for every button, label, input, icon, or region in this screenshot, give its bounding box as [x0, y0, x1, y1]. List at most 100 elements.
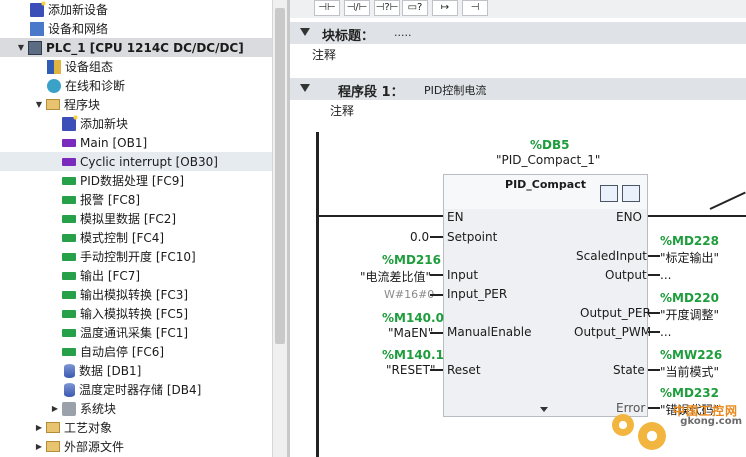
tree-item-program-blocks[interactable]: ▼ 程序块 — [0, 95, 272, 114]
input-address[interactable]: %MD216 — [382, 253, 441, 267]
db-block-icon — [64, 382, 75, 397]
no-contact-button[interactable]: ⊣⊢ — [314, 0, 340, 16]
project-tree: 添加新设备 设备和网络 ▼ PLC_1 [CPU 1214C DC/DC/DC]… — [0, 0, 272, 457]
coil-button[interactable]: ⊣?⊢ — [374, 0, 400, 16]
output-value[interactable]: ... — [660, 268, 671, 282]
tree-item-technology-objects[interactable]: ▶ 工艺对象 — [0, 418, 272, 437]
pin-scaled-input: ScaledInput — [576, 249, 647, 263]
fc-block-icon — [62, 309, 76, 318]
add-device-icon — [30, 0, 47, 17]
network-name[interactable]: PID控制电流 — [424, 82, 486, 98]
block-title-header[interactable]: 块标题： ..... — [290, 22, 746, 44]
eno-wire — [648, 215, 746, 217]
pin-eno: ENO — [616, 210, 643, 224]
tree-item-device-config[interactable]: 设备组态 — [0, 57, 272, 76]
tree-item-fc7[interactable]: 输出 [FC7] — [0, 266, 272, 285]
input-per-value[interactable]: W#16#0 — [384, 288, 434, 301]
close-branch-button[interactable]: ⊣ — [462, 0, 488, 16]
tree-item-fc1[interactable]: 温度通讯采集 [FC1] — [0, 323, 272, 342]
pin-output-per: Output_PER — [580, 306, 651, 320]
tree-item-online-diagnostics[interactable]: 在线和诊断 — [0, 76, 272, 95]
network-comment[interactable]: 注释 — [330, 102, 354, 119]
state-symbol[interactable]: "当前模式" — [660, 363, 719, 380]
reset-address[interactable]: %M140.1 — [382, 348, 444, 362]
manual-symbol[interactable]: "MaEN" — [388, 326, 433, 340]
tree-item-fc5[interactable]: 输入模拟转换 [FC5] — [0, 304, 272, 323]
tree-item-system-blocks[interactable]: ▶ 系统块 — [0, 399, 272, 418]
tree-item-fc8[interactable]: 报警 [FC8] — [0, 190, 272, 209]
commissioning-icon[interactable] — [600, 185, 618, 202]
pin-output-pwm: Output_PWM — [574, 325, 652, 339]
instance-db-name[interactable]: "PID_Compact_1" — [496, 153, 600, 167]
tree-item-fc3[interactable]: 输出模拟转换 [FC3] — [0, 285, 272, 304]
system-block-icon — [62, 401, 76, 416]
folder-icon — [46, 441, 60, 452]
scaled-address[interactable]: %MD228 — [660, 234, 719, 248]
block-title-value[interactable]: ..... — [394, 26, 411, 39]
tree-scrollbar[interactable] — [272, 0, 287, 457]
fc-block-icon — [62, 271, 76, 280]
network-header[interactable]: 程序段 1： PID控制电流 — [290, 78, 746, 100]
pin-en: EN — [447, 210, 464, 224]
pin-output: Output — [605, 268, 647, 282]
pin-manual-enable: ManualEnable — [447, 325, 532, 339]
output-pwm-wire — [648, 331, 660, 333]
tree-item-add-block[interactable]: 添加新块 — [0, 113, 272, 133]
expand-down-icon[interactable]: ▼ — [16, 43, 26, 53]
expand-more-icon[interactable] — [540, 407, 548, 412]
manual-address[interactable]: %M140.0 — [382, 311, 444, 325]
fc-block-icon — [62, 214, 76, 223]
output-per-address[interactable]: %MD220 — [660, 291, 719, 305]
ladder-toolbar: ⊣⊢ ⊣/⊢ ⊣?⊢ ▭? ↦ ⊣ — [290, 0, 746, 18]
setpoint-value[interactable]: 0.0 — [410, 230, 429, 244]
pin-state: State — [613, 363, 645, 377]
input-per-wire — [430, 294, 443, 296]
open-branch-button[interactable]: ↦ — [432, 0, 458, 16]
configuration-icon[interactable] — [622, 185, 640, 202]
tree-item-add-device[interactable]: 添加新设备 — [0, 0, 272, 19]
tree-item-devices-networks[interactable]: 设备和网络 — [0, 19, 272, 38]
instance-db-address[interactable]: %DB5 — [530, 138, 569, 152]
tree-item-fc4[interactable]: 模式控制 [FC4] — [0, 228, 272, 247]
expand-down-icon[interactable]: ▼ — [34, 100, 44, 110]
collapse-icon[interactable] — [300, 84, 310, 92]
nc-contact-button[interactable]: ⊣/⊢ — [344, 0, 370, 16]
tree-item-external-sources[interactable]: ▶ 外部源文件 — [0, 437, 272, 456]
ob-block-icon — [62, 138, 76, 147]
tree-item-cyclic-interrupt-ob30[interactable]: Cyclic interrupt [OB30] — [0, 152, 272, 171]
block-title-label: 块标题： — [322, 29, 375, 44]
expand-right-icon[interactable]: ▶ — [34, 442, 44, 452]
tree-item-fc2[interactable]: 模拟里数据 [FC2] — [0, 209, 272, 228]
block-comment[interactable]: 注释 — [312, 46, 336, 63]
setpoint-wire — [430, 236, 443, 238]
reset-symbol[interactable]: "RESET" — [386, 363, 436, 377]
tree-item-fc9[interactable]: PID数据处理 [FC9] — [0, 171, 272, 190]
tree-item-fc6[interactable]: 自动启停 [FC6] — [0, 342, 272, 361]
fc-block-icon — [62, 195, 76, 204]
tree-item-main-ob1[interactable]: Main [OB1] — [0, 133, 272, 152]
tree-item-plc[interactable]: ▼ PLC_1 [CPU 1214C DC/DC/DC] — [0, 38, 272, 57]
en-wire — [319, 215, 443, 217]
pin-reset: Reset — [447, 363, 481, 377]
empty-box-button[interactable]: ▭? — [402, 0, 428, 16]
fc-block-icon — [62, 252, 76, 261]
device-config-icon — [47, 59, 61, 74]
network-icon — [30, 21, 44, 36]
tree-scrollbar-thumb[interactable] — [275, 8, 285, 344]
state-address[interactable]: %MW226 — [660, 348, 722, 362]
collapse-icon[interactable] — [300, 28, 310, 36]
scaled-symbol[interactable]: "标定输出" — [660, 249, 719, 266]
reset-wire — [430, 369, 443, 371]
tree-item-db4[interactable]: 温度定时器存储 [DB4] — [0, 380, 272, 399]
output-pwm-value[interactable]: ... — [660, 325, 671, 339]
tree-item-fc10[interactable]: 手动控制开度 [FC10] — [0, 247, 272, 266]
tree-item-db1[interactable]: 数据 [DB1] — [0, 361, 272, 380]
input-symbol[interactable]: "电流差比值" — [360, 268, 431, 285]
state-wire — [648, 369, 660, 371]
expand-right-icon[interactable]: ▶ — [34, 423, 44, 433]
output-per-symbol[interactable]: "开度调整" — [660, 306, 719, 323]
expand-right-icon[interactable]: ▶ — [50, 404, 60, 414]
db-block-icon — [64, 363, 75, 378]
fc-block-icon — [62, 290, 76, 299]
folder-icon — [46, 99, 60, 110]
